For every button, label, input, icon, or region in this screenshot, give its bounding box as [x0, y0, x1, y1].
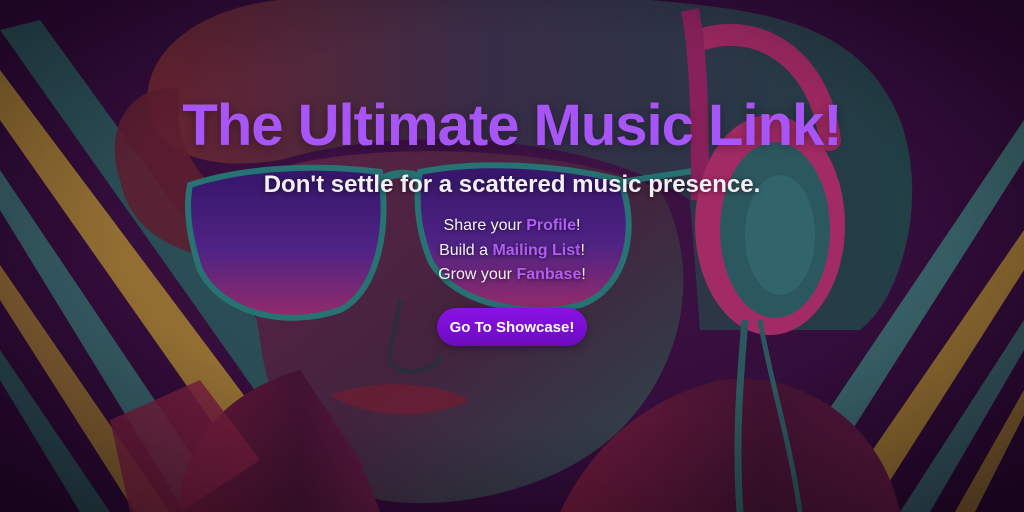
feature-line-text: Share your: [443, 217, 527, 234]
go-to-showcase-button[interactable]: Go To Showcase!: [437, 308, 587, 346]
feature-line-fanbase: Grow your Fanbase!: [0, 266, 1024, 284]
feature-highlight-fanbase: Fanbase: [516, 266, 582, 283]
feature-line-suffix: !: [581, 266, 586, 283]
feature-line-profile: Share your Profile!: [0, 217, 1024, 235]
feature-line-text: Grow your: [438, 266, 517, 283]
hero-subtitle: Don't settle for a scattered music prese…: [263, 171, 761, 198]
feature-line-text: Build a: [439, 242, 493, 259]
hero-title: The Ultimate Music Link!: [182, 93, 842, 158]
feature-highlight-mailing-list: Mailing List: [492, 242, 581, 259]
feature-line-suffix: !: [576, 217, 581, 234]
feature-highlight-profile: Profile: [526, 217, 577, 234]
feature-line-mailing-list: Build a Mailing List!: [0, 242, 1024, 260]
hero-section: The Ultimate Music Link! Don't settle fo…: [0, 0, 1024, 512]
feature-line-suffix: !: [580, 242, 585, 259]
hero-content: The Ultimate Music Link! Don't settle fo…: [0, 0, 1024, 512]
